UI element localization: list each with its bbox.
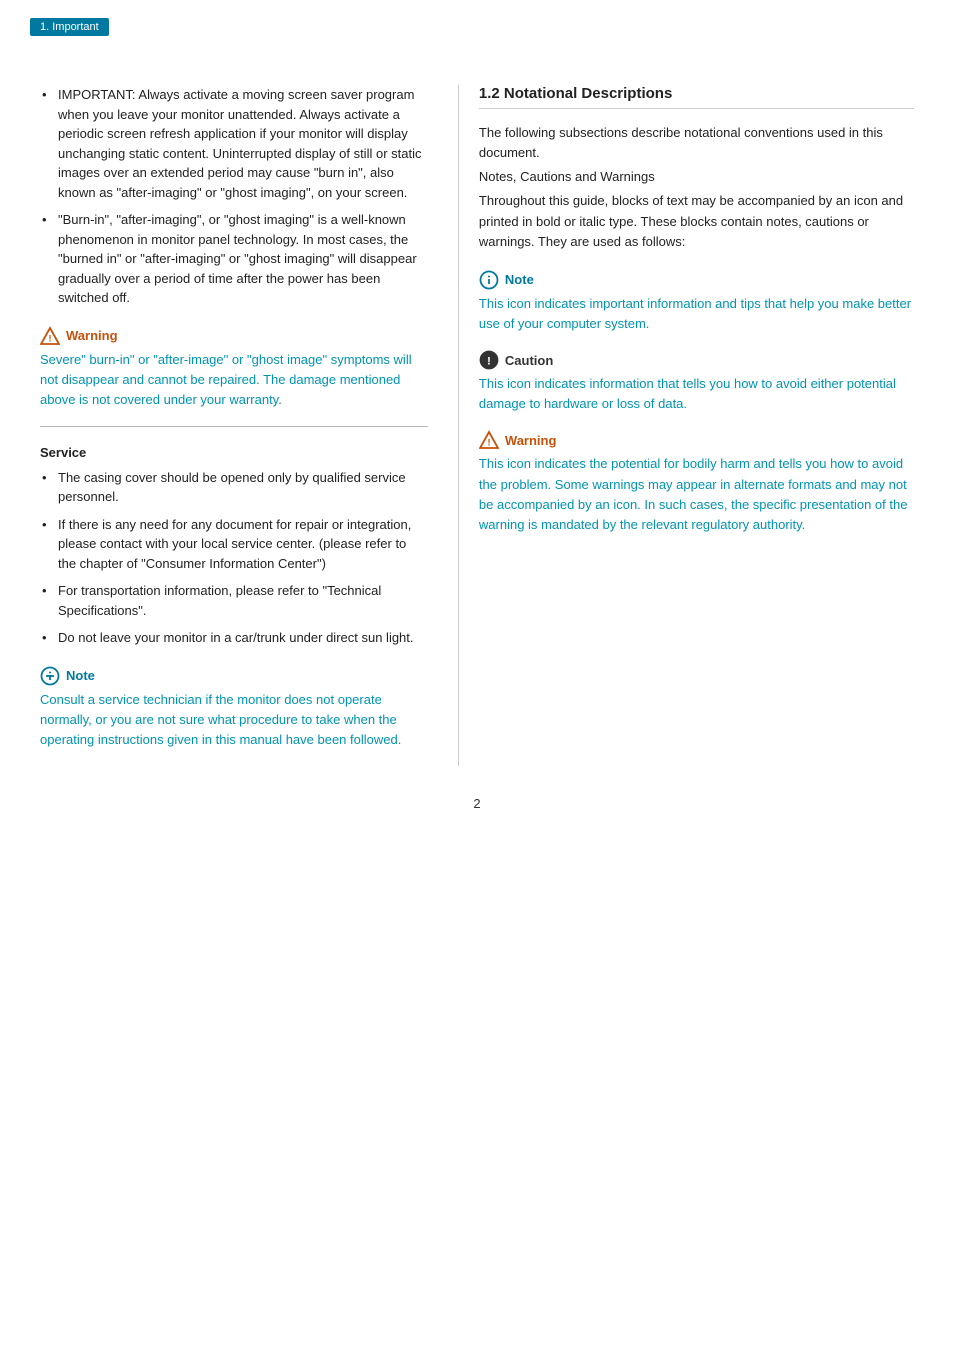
warning-text-right: This icon indicates the potential for bo… [479, 454, 914, 535]
service-heading: Service [40, 445, 428, 460]
warning-header-right: ! Warning [479, 430, 914, 450]
right-column: 1.2 Notational Descriptions The followin… [458, 85, 954, 766]
note-header-1: Note [40, 666, 428, 686]
list-item: If there is any need for any document fo… [40, 515, 428, 574]
warning-header-1: ! Warning [40, 326, 428, 346]
svg-text:!: ! [487, 438, 490, 448]
top-bullets: IMPORTANT: Always activate a moving scre… [40, 85, 428, 308]
right-intro: The following subsections describe notat… [479, 123, 914, 252]
warning-text-1: Severe" burn-in" or "after-image" or "gh… [40, 350, 428, 410]
caution-block-right: ! Caution This icon indicates informatio… [479, 350, 914, 414]
page: 1. Important IMPORTANT: Always activate … [0, 0, 954, 1350]
caution-icon-right: ! [479, 350, 499, 370]
caution-text-right: This icon indicates information that tel… [479, 374, 914, 414]
divider [40, 426, 428, 427]
note-header-right: Note [479, 270, 914, 290]
svg-text:!: ! [49, 333, 52, 343]
warning-icon-right: ! [479, 430, 499, 450]
service-bullets: The casing cover should be opened only b… [40, 468, 428, 648]
left-column: IMPORTANT: Always activate a moving scre… [0, 85, 458, 766]
svg-text:!: ! [487, 356, 491, 368]
note-block-1: Note Consult a service technician if the… [40, 666, 428, 750]
note-block-right: Note This icon indicates important infor… [479, 270, 914, 334]
note-text-1: Consult a service technician if the moni… [40, 690, 428, 750]
warning-block-1: ! Warning Severe" burn-in" or "after-ima… [40, 326, 428, 410]
right-heading: 1.2 Notational Descriptions [479, 85, 914, 109]
breadcrumb: 1. Important [30, 18, 109, 36]
list-item: For transportation information, please r… [40, 581, 428, 620]
note-text-right: This icon indicates important informatio… [479, 294, 914, 334]
note-icon-1 [40, 666, 60, 686]
note-icon-right [479, 270, 499, 290]
list-item: The casing cover should be opened only b… [40, 468, 428, 507]
list-item: IMPORTANT: Always activate a moving scre… [40, 85, 428, 202]
list-item: Do not leave your monitor in a car/trunk… [40, 628, 428, 648]
list-item: "Burn-in", "after-imaging", or "ghost im… [40, 210, 428, 308]
page-number: 2 [0, 796, 954, 811]
warning-block-right: ! Warning This icon indicates the potent… [479, 430, 914, 535]
warning-icon-1: ! [40, 326, 60, 346]
caution-header-right: ! Caution [479, 350, 914, 370]
